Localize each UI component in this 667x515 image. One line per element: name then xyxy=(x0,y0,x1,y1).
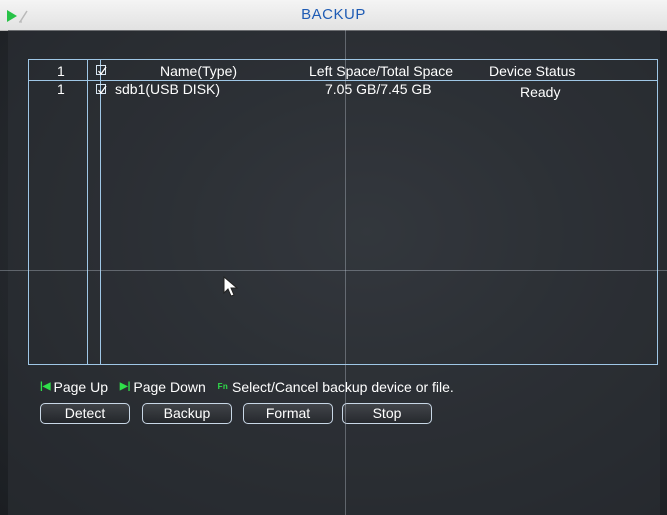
help-page-down: ▶| Page Down xyxy=(120,379,206,395)
help-page-up: |◀ Page Up xyxy=(40,379,108,395)
dvr-screen: BACKUP 1 Name(Type) Left Space/Total Spa… xyxy=(0,0,667,515)
crosshair-horizontal xyxy=(0,270,667,271)
help-select: Fn Select/Cancel backup device or file. xyxy=(218,379,454,395)
format-button[interactable]: Format xyxy=(243,403,333,424)
page-up-icon: |◀ xyxy=(40,381,51,392)
detect-button[interactable]: Detect xyxy=(40,403,130,424)
column-divider xyxy=(100,60,101,364)
page-up-label: Page Up xyxy=(53,378,108,395)
title-bar: BACKUP xyxy=(0,0,667,31)
header-status: Device Status xyxy=(489,63,576,79)
select-all-checkbox[interactable] xyxy=(96,65,107,76)
page-down-label: Page Down xyxy=(133,378,206,395)
device-table: 1 Name(Type) Left Space/Total Space Devi… xyxy=(28,59,658,365)
row-index: 1 xyxy=(57,81,65,97)
stop-button[interactable]: Stop xyxy=(342,403,432,424)
select-hint-label: Select/Cancel backup device or file. xyxy=(232,378,454,395)
window-title: BACKUP xyxy=(301,6,366,23)
row-status: Ready xyxy=(520,84,561,100)
header-name: Name(Type) xyxy=(160,63,238,79)
row-space: 7.05 GB/7.45 GB xyxy=(325,81,432,97)
mouse-pointer-icon xyxy=(223,275,239,298)
help-bar: |◀ Page Up ▶| Page Down Fn Select/Cancel… xyxy=(40,376,462,395)
crosshair-vertical xyxy=(345,30,346,515)
row-checkbox[interactable] xyxy=(96,84,107,95)
column-divider xyxy=(87,60,88,364)
backup-button[interactable]: Backup xyxy=(142,403,232,424)
header-index: 1 xyxy=(57,63,65,79)
row-name[interactable]: sdb1(USB DISK) xyxy=(115,81,220,97)
page-down-icon: ▶| xyxy=(119,381,131,392)
fn-key-icon: Fn xyxy=(217,382,229,391)
header-space: Left Space/Total Space xyxy=(309,63,453,79)
